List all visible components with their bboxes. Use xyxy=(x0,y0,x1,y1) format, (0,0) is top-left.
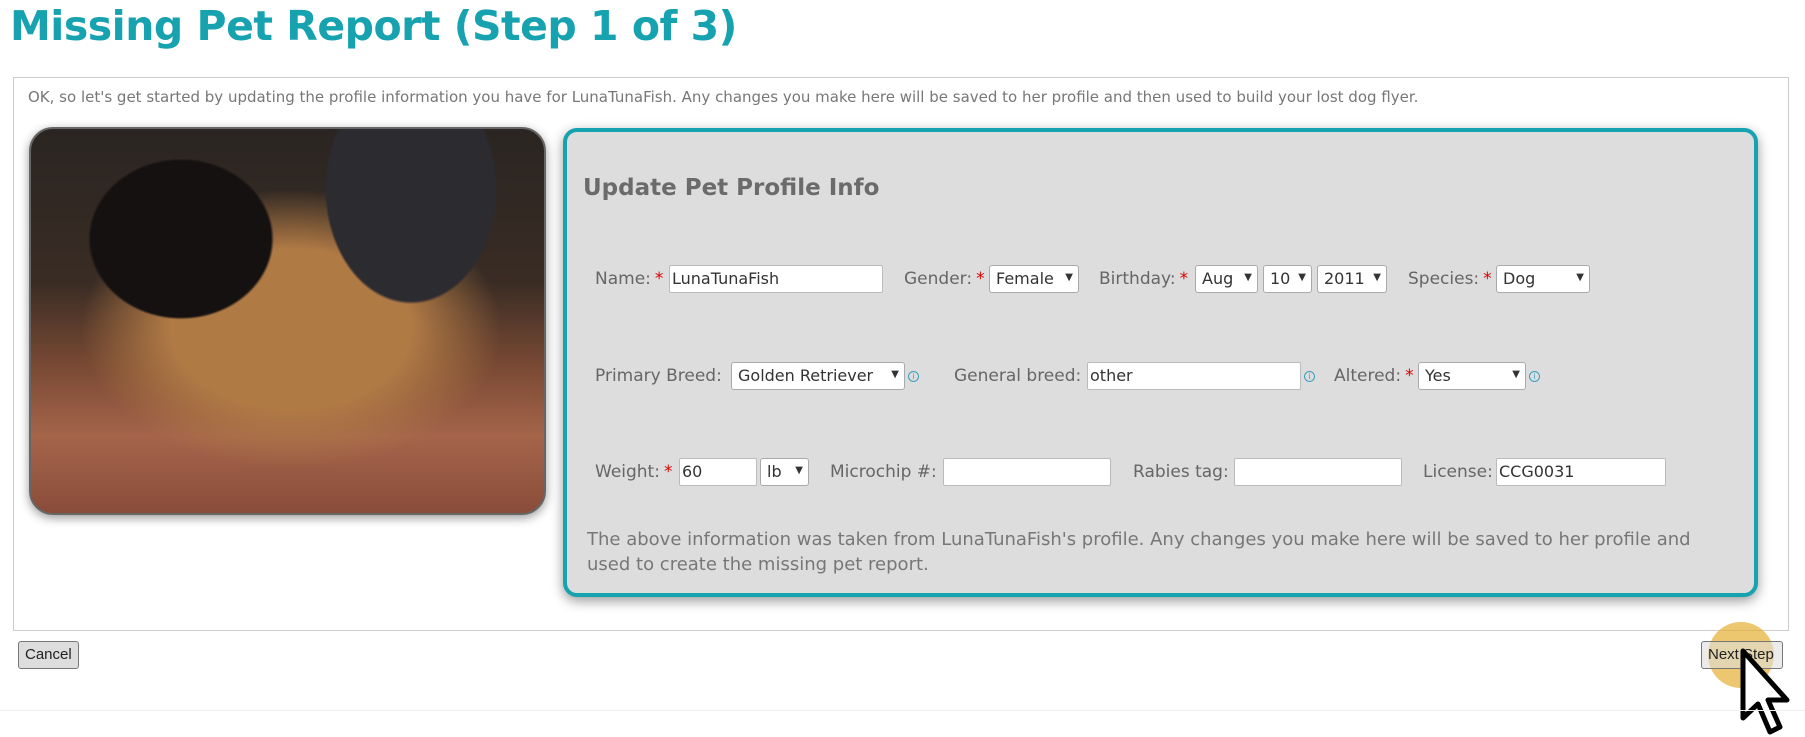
dropdown-arrow-icon: ▼ xyxy=(891,369,899,380)
cancel-button[interactable]: Cancel xyxy=(18,641,79,669)
dropdown-arrow-icon: ▼ xyxy=(795,465,803,476)
dropdown-arrow-icon: ▼ xyxy=(1512,369,1520,380)
birthday-label-text: Birthday: xyxy=(1099,269,1176,289)
dropdown-arrow-icon: ▼ xyxy=(1576,272,1584,283)
altered-label: Altered: * xyxy=(1334,366,1414,386)
primary-breed-select[interactable]: Golden Retriever ▼ xyxy=(731,362,905,390)
gender-label-text: Gender: xyxy=(904,269,973,289)
primary-breed-label: Primary Breed: xyxy=(595,366,722,386)
weight-input[interactable]: 60 xyxy=(679,458,757,486)
rabies-tag-label: Rabies tag: xyxy=(1133,462,1229,482)
day-value: 10 xyxy=(1270,269,1291,288)
gender-label: Gender: * xyxy=(904,269,985,289)
rabies-tag-input[interactable] xyxy=(1234,458,1402,486)
required-mark: * xyxy=(976,269,985,289)
required-mark: * xyxy=(663,462,673,482)
name-label: Name: * xyxy=(595,269,663,289)
altered-select[interactable]: Yes ▼ xyxy=(1418,362,1526,390)
intro-text: OK, so let's get started by updating the… xyxy=(28,88,1419,106)
dropdown-arrow-icon: ▼ xyxy=(1065,272,1073,283)
birthday-label: Birthday: * xyxy=(1099,269,1188,289)
general-breed-input[interactable]: other xyxy=(1087,362,1301,390)
general-breed-label: General breed: xyxy=(954,366,1082,386)
info-icon[interactable]: i xyxy=(908,371,919,382)
required-mark: * xyxy=(1483,269,1492,289)
form-heading: Update Pet Profile Info xyxy=(583,175,880,201)
profile-note: The above information was taken from Lun… xyxy=(587,529,1691,575)
info-icon[interactable]: i xyxy=(1304,371,1315,382)
dropdown-arrow-icon: ▼ xyxy=(1244,272,1252,283)
name-label-text: Name: xyxy=(595,269,651,289)
birthday-year-select[interactable]: 2011 ▼ xyxy=(1317,265,1387,293)
gender-value: Female xyxy=(996,269,1054,288)
species-label-text: Species: xyxy=(1408,269,1480,289)
microchip-input[interactable] xyxy=(943,458,1111,486)
birthday-month-select[interactable]: Aug ▼ xyxy=(1195,265,1258,293)
species-select[interactable]: Dog ▼ xyxy=(1496,265,1590,293)
required-mark: * xyxy=(1405,366,1414,386)
required-mark: * xyxy=(1179,269,1189,289)
species-label: Species: * xyxy=(1408,269,1492,289)
dropdown-arrow-icon: ▼ xyxy=(1298,272,1306,283)
weight-unit-select[interactable]: lb ▼ xyxy=(760,458,809,486)
name-input[interactable]: LunaTunaFish xyxy=(669,265,883,293)
divider xyxy=(0,710,1805,711)
altered-label-text: Altered: xyxy=(1334,366,1402,386)
info-icon[interactable]: i xyxy=(1529,371,1540,382)
gender-select[interactable]: Female ▼ xyxy=(989,265,1079,293)
mouse-cursor-icon xyxy=(1740,648,1790,735)
weight-unit-value: lb xyxy=(767,462,782,481)
license-label: License: xyxy=(1423,462,1493,482)
month-value: Aug xyxy=(1202,269,1234,288)
altered-value: Yes xyxy=(1425,366,1451,385)
license-input[interactable]: CCG0031 xyxy=(1496,458,1666,486)
weight-label-text: Weight: xyxy=(595,462,660,482)
birthday-day-select[interactable]: 10 ▼ xyxy=(1263,265,1312,293)
primary-breed-value: Golden Retriever xyxy=(738,366,874,385)
dropdown-arrow-icon: ▼ xyxy=(1373,272,1381,283)
weight-label: Weight: * xyxy=(595,462,672,482)
species-value: Dog xyxy=(1503,269,1536,288)
microchip-label: Microchip #: xyxy=(830,462,937,482)
required-mark: * xyxy=(654,269,664,289)
page-title: Missing Pet Report (Step 1 of 3) xyxy=(10,2,737,50)
year-value: 2011 xyxy=(1324,269,1365,288)
pet-photo xyxy=(29,127,546,515)
